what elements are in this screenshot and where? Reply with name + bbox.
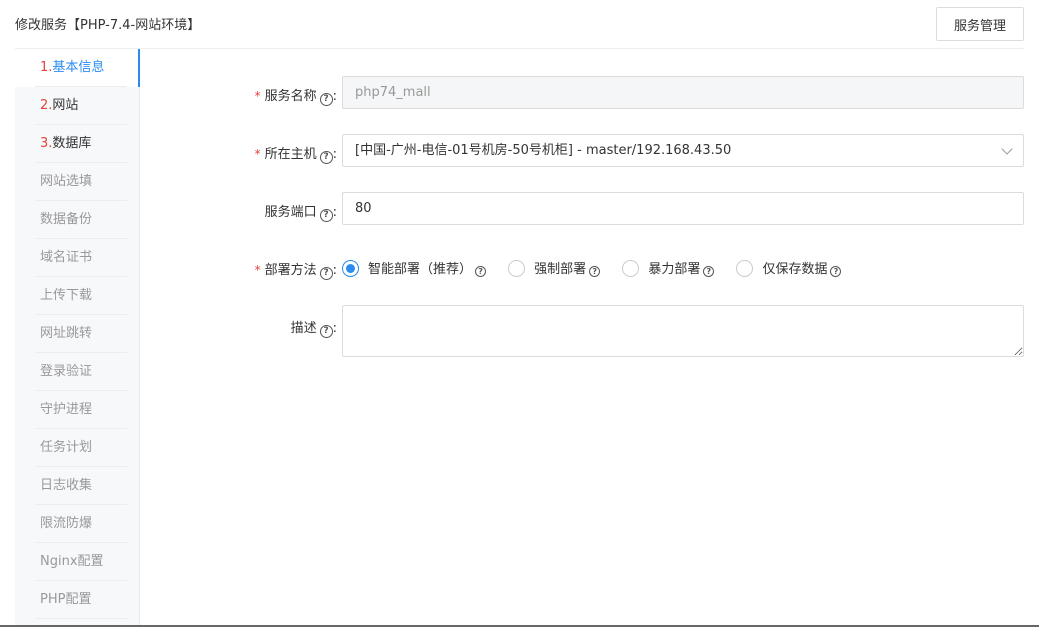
deploy-option-force[interactable]: 强制部署? <box>508 258 601 277</box>
label-text: 所在主机 <box>264 147 317 162</box>
sidebar-item-login-auth[interactable]: 登录验证 <box>15 353 139 391</box>
label-colon: : <box>332 147 337 162</box>
sidebar-item-number: 3. <box>40 136 53 151</box>
help-icon[interactable]: ? <box>319 267 333 280</box>
sidebar-item-cron[interactable]: 任务计划 <box>15 429 139 467</box>
help-icon[interactable]: ? <box>319 209 333 222</box>
deploy-option-smart[interactable]: 智能部署（推荐）? <box>342 258 487 277</box>
description-label: 描述?: <box>200 317 337 338</box>
sidebar-item-daemon[interactable]: 守护进程 <box>15 391 139 429</box>
sidebar-item-label: 基本信息 <box>52 60 105 75</box>
radio-label: 仅保存数据 <box>762 262 828 277</box>
sidebar-item-label: Nginx配置 <box>40 554 104 569</box>
label-text: 描述 <box>290 321 317 336</box>
radio-button[interactable] <box>622 260 640 277</box>
label-text: 服务名称 <box>264 89 317 104</box>
sidebar-item-label: 登录验证 <box>40 364 93 379</box>
label-colon: : <box>332 263 337 278</box>
required-mark: * <box>254 263 261 277</box>
deploy-option-brute[interactable]: 暴力部署? <box>622 258 715 277</box>
label-text: 部署方法 <box>264 263 317 278</box>
label-colon: : <box>332 205 337 220</box>
help-icon[interactable]: ? <box>830 266 842 277</box>
radio-label: 强制部署 <box>534 262 587 277</box>
port-label: 服务端口?: <box>200 201 337 222</box>
sidebar-item-label: 日志收集 <box>40 478 93 493</box>
sidebar-item-number: 1. <box>40 60 53 75</box>
sidebar-item-label: 数据备份 <box>40 212 93 227</box>
required-mark: * <box>254 89 261 103</box>
help-icon[interactable]: ? <box>703 266 715 277</box>
sidebar-item-nginx-config[interactable]: Nginx配置 <box>15 543 139 581</box>
help-icon[interactable]: ? <box>475 266 487 277</box>
service-manage-button[interactable]: 服务管理 <box>936 7 1024 41</box>
service-name-input: php74_mall <box>342 76 1024 109</box>
required-mark: * <box>254 147 261 161</box>
sidebar-item-label: PHP配置 <box>40 592 92 607</box>
sidebar-item-basic-info[interactable]: 1.基本信息 <box>15 49 140 87</box>
help-icon[interactable]: ? <box>319 93 333 106</box>
radio-button[interactable] <box>508 260 526 277</box>
sidebar-item-website[interactable]: 2.网站 <box>15 87 139 125</box>
sidebar-item-rate-limit[interactable]: 限流防爆 <box>15 505 139 543</box>
host-select[interactable]: [中国-广州-电信-01号机房-50号机柜] - master/192.168.… <box>342 134 1024 167</box>
sidebar-item-domain-cert[interactable]: 域名证书 <box>15 239 139 277</box>
sidebar-item-upload-download[interactable]: 上传下载 <box>15 277 139 315</box>
service-name-label: * 服务名称?: <box>200 85 337 106</box>
label-colon: : <box>332 321 337 336</box>
sidebar-item-label: 域名证书 <box>40 250 93 265</box>
radio-button[interactable] <box>342 260 359 277</box>
sidebar-item-number: 2. <box>40 98 53 113</box>
sidebar-item-url-redirect[interactable]: 网址跳转 <box>15 315 139 353</box>
sidebar-item-database[interactable]: 3.数据库 <box>15 125 139 163</box>
host-label: * 所在主机?: <box>200 143 337 164</box>
deploy-option-save-only[interactable]: 仅保存数据? <box>736 258 842 277</box>
description-textarea[interactable] <box>342 305 1024 357</box>
sidebar-item-website-options[interactable]: 网站选填 <box>15 163 139 201</box>
help-icon[interactable]: ? <box>589 266 601 277</box>
deploy-label: * 部署方法?: <box>200 259 337 280</box>
radio-label: 智能部署（推荐） <box>368 262 473 277</box>
sidebar-item-php-config[interactable]: PHP配置 <box>15 581 139 619</box>
chevron-down-icon <box>1001 143 1013 155</box>
sidebar-item-label: 网站选填 <box>40 174 93 189</box>
port-input[interactable] <box>342 192 1024 225</box>
sidebar-item-log-collect[interactable]: 日志收集 <box>15 467 139 505</box>
sidebar-item-label: 数据库 <box>52 136 92 151</box>
radio-button[interactable] <box>736 260 754 277</box>
deploy-method-radio-group: 智能部署（推荐）? 强制部署? 暴力部署? 仅保存数据? <box>342 258 859 277</box>
sidebar-item-data-backup[interactable]: 数据备份 <box>15 201 139 239</box>
page-title: 修改服务【PHP-7.4-网站环境】 <box>15 18 201 33</box>
sidebar-item-label: 网站 <box>52 98 79 113</box>
header-divider <box>15 48 1024 49</box>
sidebar-item-label: 任务计划 <box>40 440 93 455</box>
help-icon[interactable]: ? <box>319 151 333 164</box>
sidebar-item-label: 守护进程 <box>40 402 93 417</box>
label-colon: : <box>332 89 337 104</box>
radio-label: 暴力部署 <box>648 262 701 277</box>
sidebar-item-label: 限流防爆 <box>40 516 93 531</box>
help-icon[interactable]: ? <box>319 325 333 338</box>
host-select-value: [中国-广州-电信-01号机房-50号机柜] - master/192.168.… <box>355 143 732 158</box>
sidebar-item-label: 上传下载 <box>40 288 93 303</box>
sidebar-nav: 1.基本信息 2.网站 3.数据库 网站选填 数据备份 域名证书 上传下载 网址… <box>15 49 140 627</box>
sidebar-item-label: 网址跳转 <box>40 326 93 341</box>
label-text: 服务端口 <box>264 205 317 220</box>
